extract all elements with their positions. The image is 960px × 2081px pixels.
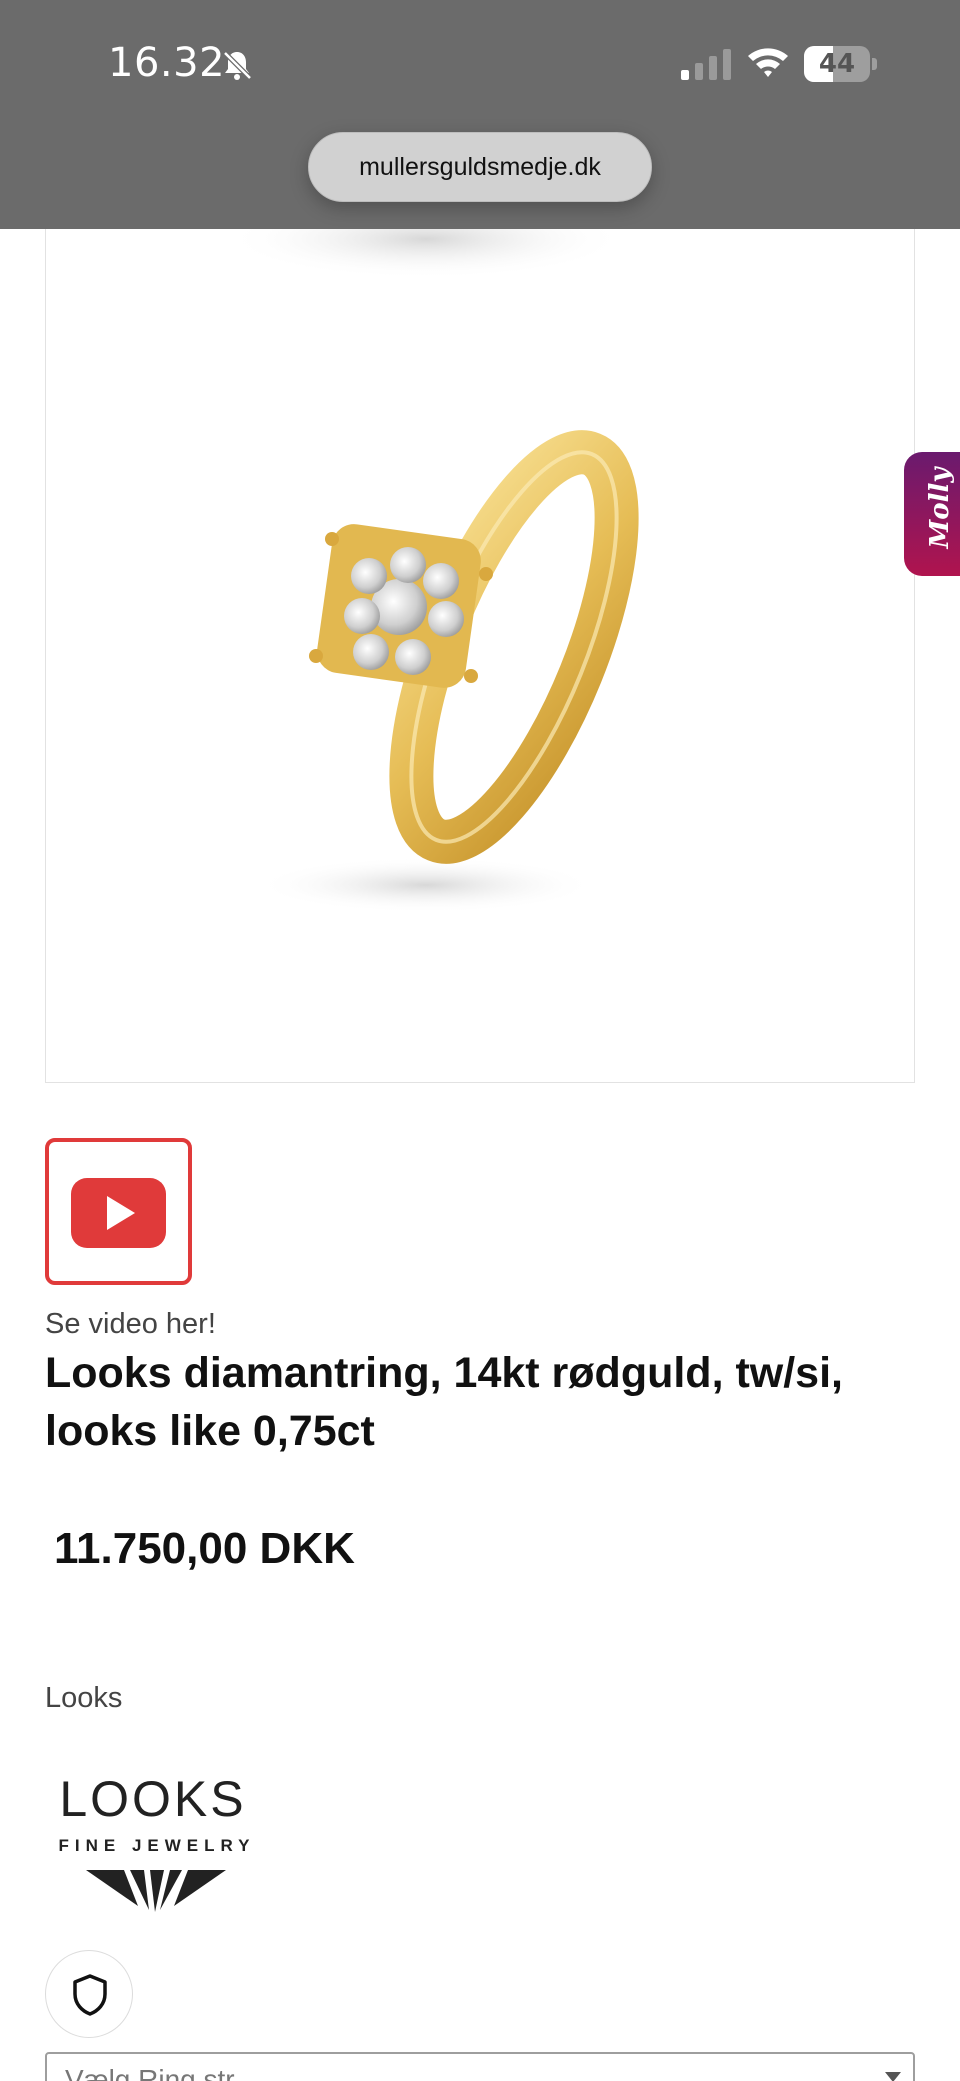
chevron-down-icon [885,2072,901,2081]
product-title: Looks diamantring, 14kt rødguld, tw/si, … [45,1349,843,1455]
molly-chat-tab[interactable]: Molly [904,452,960,576]
ring-size-select-value: Vælg Ring str. [65,2064,241,2081]
brand-logo-word: LOOKS [59,1771,247,1827]
battery-percent: 44 [818,49,856,79]
brand-logo[interactable]: LOOKS FINE JEWELRY [48,1770,266,1920]
wifi-icon [748,48,788,77]
shield-icon [73,1974,107,2016]
brand-logo-subtitle: FINE JEWELRY [58,1836,256,1855]
brand-label[interactable]: Looks [45,1682,122,1715]
bell-slash-icon [223,51,252,80]
video-button[interactable] [45,1138,192,1285]
video-caption: Se video her! [45,1308,216,1340]
battery-icon: 44 [804,46,877,82]
status-time: 16.32 [108,40,226,86]
youtube-play-icon [71,1178,166,1248]
molly-tab-label: Molly [925,467,955,549]
product-price: 11.750,00 DKK [54,1524,355,1573]
cellular-signal-icon [681,49,731,80]
trust-badge-button[interactable] [45,1950,133,2038]
ring-size-select[interactable]: Vælg Ring str. [45,2052,915,2081]
address-bar[interactable]: mullersguldsmedje.dk [308,132,652,202]
diamond-mark-icon [86,1870,226,1912]
product-image-frame[interactable] [45,229,915,1083]
browser-top-bar: 16.32 44 mullersguldsmedje.dk [0,0,960,229]
gold-diamond-ring-image [226,229,639,913]
